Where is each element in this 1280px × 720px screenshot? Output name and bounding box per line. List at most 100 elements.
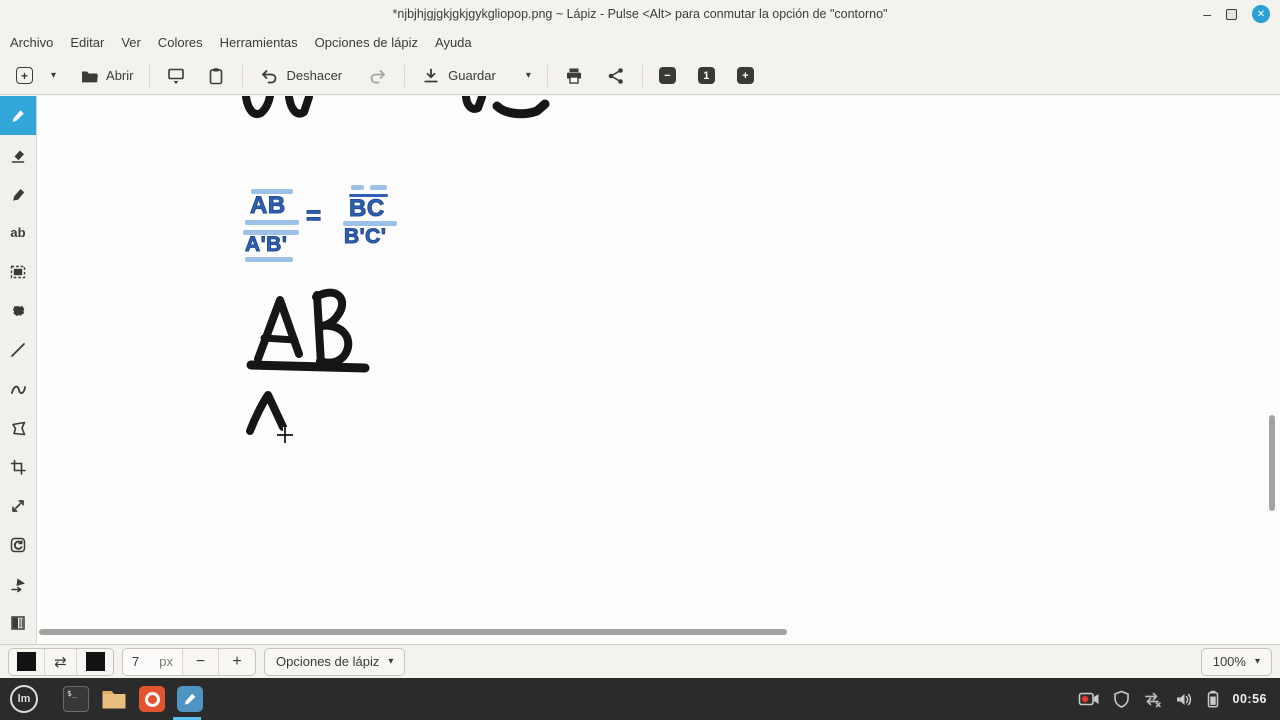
redo-icon — [370, 69, 386, 83]
tool-text[interactable]: ab — [0, 213, 36, 252]
zoom-out-icon: − — [658, 67, 676, 84]
equation-numerator-right: BC — [349, 195, 385, 223]
chevron-down-icon: ▾ — [388, 656, 394, 667]
tool-eraser[interactable] — [0, 135, 36, 174]
size-increase-button[interactable]: + — [219, 649, 255, 675]
save-button[interactable]: Guardar — [415, 62, 502, 90]
handwritten-underline — [246, 360, 370, 373]
save-menu-button[interactable]: ▾ — [520, 66, 537, 85]
volume-icon[interactable] — [1175, 691, 1193, 708]
menu-opciones-lapiz[interactable]: Opciones de lápiz — [315, 35, 418, 50]
screen-recorder-icon[interactable] — [1078, 690, 1100, 708]
partial-stroke — [242, 96, 274, 119]
screen-capture-icon — [168, 68, 185, 84]
size-decrease-button[interactable]: − — [183, 648, 219, 675]
tool-scale[interactable] — [0, 486, 36, 525]
vertical-scrollbar[interactable] — [1269, 415, 1275, 511]
paste-button[interactable] — [200, 62, 232, 90]
zoom-dropdown[interactable]: 100% ▾ — [1200, 647, 1272, 676]
menu-ver[interactable]: Ver — [121, 35, 141, 50]
zoom-value: 100% — [1212, 654, 1246, 669]
partial-stroke — [492, 99, 550, 119]
ink-strokes — [242, 96, 550, 443]
tool-pencil[interactable] — [0, 96, 36, 135]
mint-menu-button[interactable]: lm — [5, 678, 43, 720]
toolbar-separator — [149, 64, 151, 87]
taskbar-clock[interactable]: 00:56 — [1233, 692, 1267, 706]
tool-select-free[interactable] — [0, 291, 36, 330]
maximize-button[interactable] — [1226, 8, 1237, 20]
open-button[interactable]: Abrir — [74, 63, 139, 89]
minimize-button[interactable]: – — [1203, 7, 1211, 21]
battery-icon[interactable] — [1206, 690, 1220, 708]
open-button-label: Abrir — [106, 68, 134, 83]
tool-select-rectangle[interactable] — [0, 252, 36, 291]
window-title: *njbjhjgjgkjgkjgykgliopop.png ~ Lápiz - … — [392, 7, 888, 21]
tool-highlighter[interactable] — [0, 174, 36, 213]
zoom-in-button[interactable]: + — [731, 63, 760, 88]
curve-icon — [11, 385, 26, 394]
tool-line[interactable] — [0, 330, 36, 369]
tool-shape[interactable] — [0, 408, 36, 447]
size-field[interactable]: 7 px — [123, 648, 183, 675]
new-image-button[interactable]: + — [10, 63, 39, 88]
menu-ayuda[interactable]: Ayuda — [435, 35, 472, 50]
zoom-in-icon: + — [736, 67, 754, 84]
shield-icon[interactable] — [1113, 690, 1130, 708]
redo-button[interactable] — [362, 62, 394, 90]
menu-herramientas[interactable]: Herramientas — [220, 35, 298, 50]
zoom-100-icon: 1 — [697, 67, 715, 84]
pen-options-label: Opciones de lápiz — [276, 654, 380, 669]
taskbar-drawing-app[interactable] — [171, 678, 209, 720]
swap-colors-button[interactable]: ⇄ — [45, 648, 77, 675]
share-button[interactable] — [600, 62, 632, 90]
close-button[interactable]: ✕ — [1252, 5, 1270, 23]
menu-editar[interactable]: Editar — [70, 35, 104, 50]
handwritten-A-crossbar — [260, 334, 299, 344]
printer-icon — [566, 68, 581, 84]
primary-color-swatch — [17, 652, 36, 671]
equation-equals: = — [306, 200, 322, 231]
undo-button[interactable]: Deshacer — [253, 62, 348, 90]
drawing-app-icon — [177, 686, 203, 712]
chevron-down-icon: ▾ — [51, 70, 57, 81]
toolbar: + ▾ Abrir Deshacer Guardar ▾ − 1 + — [0, 57, 1280, 95]
menu-colores[interactable]: Colores — [158, 35, 203, 50]
equation-denominator-right: B'C' — [343, 225, 387, 249]
rectangle-select-icon — [10, 265, 26, 278]
tool-crop[interactable] — [0, 447, 36, 486]
eraser-icon — [11, 150, 25, 163]
mint-logo-icon: lm — [10, 685, 38, 713]
zoom-reset-button[interactable]: 1 — [692, 63, 721, 88]
equation-numerator-left: AB — [250, 192, 286, 220]
line-icon — [11, 342, 25, 357]
screenshot-button[interactable] — [160, 62, 192, 90]
tool-rotate[interactable] — [0, 525, 36, 564]
free-select-icon — [12, 304, 25, 316]
network-disconnected-icon[interactable] — [1143, 691, 1162, 708]
horizontal-scrollbar[interactable] — [39, 629, 787, 635]
folder-open-icon — [82, 71, 99, 82]
primary-color-button[interactable] — [9, 648, 45, 675]
secondary-color-button[interactable] — [77, 649, 113, 675]
minus-icon: − — [195, 652, 206, 670]
print-button[interactable] — [558, 62, 590, 90]
taskbar-terminal[interactable]: $_ — [57, 678, 95, 720]
save-button-label: Guardar — [448, 68, 496, 83]
taskbar-files[interactable] — [95, 678, 133, 720]
polygon-icon — [12, 421, 26, 435]
pen-options-dropdown[interactable]: Opciones de lápiz ▾ — [264, 647, 406, 676]
tool-filters[interactable] — [0, 603, 36, 642]
overline-BC-dash — [370, 185, 387, 190]
menubar: Archivo Editar Ver Colores Herramientas … — [0, 28, 1280, 57]
crosshair-cursor — [277, 427, 293, 443]
new-image-menu-button[interactable]: ▾ — [45, 66, 62, 85]
menu-archivo[interactable]: Archivo — [10, 35, 53, 50]
tool-curve[interactable] — [0, 369, 36, 408]
zoom-out-button[interactable]: − — [653, 63, 682, 88]
taskbar-firefox[interactable] — [133, 678, 171, 720]
options-bar: ⇄ 7 px − + Opciones de lápiz ▾ 100% ▾ — [0, 644, 1280, 678]
skew-icon — [11, 578, 25, 592]
tool-skew[interactable] — [0, 564, 36, 603]
drawing-canvas[interactable]: AB A'B' = BC B'C' — [37, 96, 1280, 644]
